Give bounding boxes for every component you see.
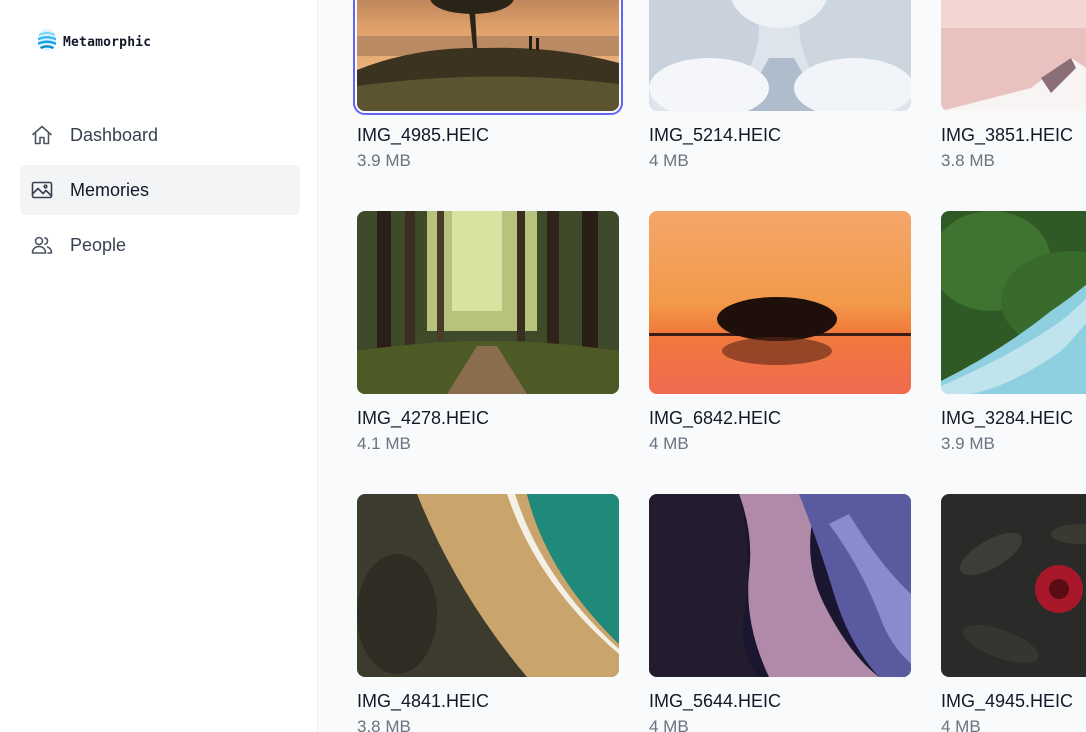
sidebar-item-people[interactable]: People	[20, 220, 300, 270]
photo-filename: IMG_4841.HEIC	[357, 691, 490, 711]
photo-card[interactable]: IMG_5214.HEIC 4 MB	[649, 0, 911, 171]
canyon-image	[649, 494, 911, 677]
photo-card[interactable]: IMG_3284.HEIC 3.9 MB	[941, 211, 1086, 454]
red-flower-image	[941, 494, 1086, 677]
photo-card[interactable]: IMG_3851.HEIC 3.8 MB	[941, 0, 1086, 171]
photo-thumbnail[interactable]	[941, 494, 1086, 677]
brand[interactable]: Metamorphic	[37, 28, 151, 57]
sidebar-item-label: People	[70, 234, 127, 255]
layered-waves-logo-icon	[37, 28, 57, 57]
photo-card[interactable]: IMG_6842.HEIC 4 MB	[649, 211, 911, 454]
sidebar-item-label: Dashboard	[70, 124, 159, 145]
photo-thumbnail[interactable]	[649, 494, 911, 677]
photo-filesize: 4 MB	[941, 717, 981, 732]
photo-filename: IMG_3851.HEIC	[941, 125, 1074, 145]
photo-filename: IMG_6842.HEIC	[649, 408, 782, 428]
photo-filename: IMG_5644.HEIC	[649, 691, 782, 711]
photo-filesize: 3.9 MB	[357, 151, 411, 170]
snowy-forest-image	[649, 0, 911, 111]
island-sunset-image	[649, 211, 911, 394]
photo-thumbnail[interactable]	[941, 211, 1086, 394]
sidebar-item-label: Memories	[70, 179, 150, 200]
photo-card[interactable]: IMG_4278.HEIC 4.1 MB	[357, 211, 619, 454]
photo-filename: IMG_3284.HEIC	[941, 408, 1074, 428]
sidebar-item-memories[interactable]: Memories	[20, 165, 300, 215]
photo-filesize: 4 MB	[649, 717, 689, 732]
photo-thumbnail[interactable]	[357, 494, 619, 677]
photo-filesize: 3.8 MB	[941, 151, 995, 170]
photo-filesize: 4 MB	[649, 434, 689, 453]
users-icon	[30, 233, 54, 257]
sidebar-item-dashboard[interactable]: Dashboard	[20, 110, 300, 160]
photo-filename: IMG_4945.HEIC	[941, 691, 1074, 711]
photo-card[interactable]: IMG_4945.HEIC 4 MB	[941, 494, 1086, 732]
photo-card[interactable]: IMG_4985.HEIC 3.9 MB	[353, 0, 623, 171]
photo-filesize: 3.8 MB	[357, 717, 411, 732]
sidebar: Metamorphic Dashboard Memories People	[0, 0, 318, 732]
photo-gallery: IMG_4985.HEIC 3.9 MB IMG_5214.HEIC 4 MB	[318, 0, 1086, 732]
photo-filename: IMG_4985.HEIC	[357, 125, 490, 145]
photo-filename: IMG_5214.HEIC	[649, 125, 782, 145]
photo-thumbnail[interactable]	[649, 0, 911, 111]
forest-path-image	[357, 211, 619, 394]
coastal-sunset-image	[357, 0, 619, 111]
photo-thumbnail[interactable]	[357, 211, 619, 394]
home-icon	[30, 123, 54, 147]
photo-filesize: 4.1 MB	[357, 434, 411, 453]
photo-card[interactable]: IMG_5644.HEIC 4 MB	[649, 494, 911, 732]
photo-filesize: 4 MB	[649, 151, 689, 170]
photo-thumbnail[interactable]	[649, 211, 911, 394]
pink-mountain-image	[941, 0, 1086, 111]
photo-filename: IMG_4278.HEIC	[357, 408, 490, 428]
aerial-forest-lake-image	[941, 211, 1086, 394]
brand-name: Metamorphic	[63, 35, 152, 50]
photo-card[interactable]: IMG_4841.HEIC 3.8 MB	[357, 494, 619, 732]
aerial-beach-image	[357, 494, 619, 677]
sidebar-nav: Dashboard Memories People	[20, 110, 300, 275]
photo-icon	[30, 178, 54, 202]
photo-thumbnail[interactable]	[353, 0, 623, 115]
photo-thumbnail[interactable]	[941, 0, 1086, 111]
photo-filesize: 3.9 MB	[941, 434, 995, 453]
